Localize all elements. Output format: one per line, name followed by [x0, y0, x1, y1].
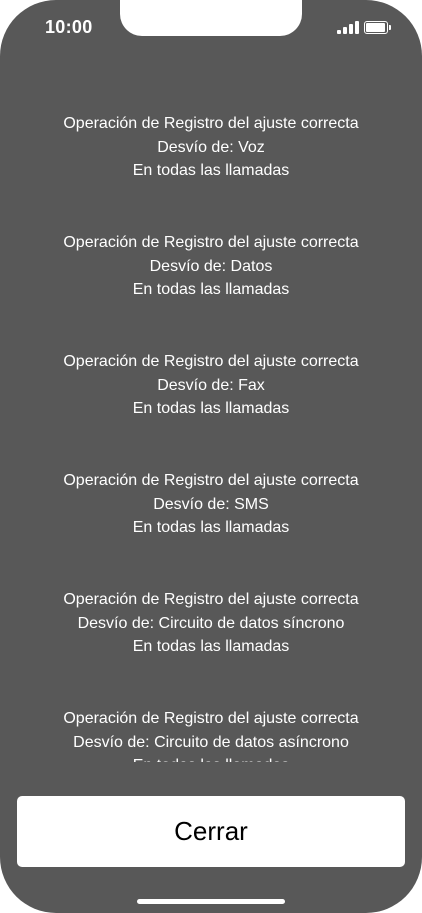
result-status: Operación de Registro del ajuste correct…: [63, 115, 359, 132]
result-item-circuito-asincrono: Operación de Registro del ajuste correct…: [0, 707, 422, 762]
signal-bar: [355, 21, 359, 34]
result-item-datos: Operación de Registro del ajuste correct…: [0, 231, 422, 302]
result-condition: En todas las llamadas: [132, 638, 290, 655]
cellular-signal-icon: [337, 21, 359, 34]
battery-tip: [389, 25, 391, 30]
result-status: Operación de Registro del ajuste correct…: [63, 591, 359, 608]
status-time: 10:00: [45, 17, 93, 37]
phone-screen: 10:00 Operación de Registro del ajuste c…: [0, 0, 422, 913]
battery-icon: [364, 21, 392, 34]
result-item-sms: Operación de Registro del ajuste correct…: [0, 469, 422, 540]
close-button[interactable]: Cerrar: [17, 796, 405, 867]
result-service: Desvío de: Circuito de datos síncrono: [77, 614, 345, 632]
result-status: Operación de Registro del ajuste correct…: [63, 710, 359, 727]
signal-bar: [343, 27, 347, 34]
signal-bar: [337, 30, 341, 34]
result-condition: En todas las llamadas: [0, 754, 422, 762]
result-condition: En todas las llamadas: [132, 162, 290, 179]
results-list[interactable]: Operación de Registro del ajuste correct…: [0, 112, 422, 762]
notch: [120, 0, 302, 36]
result-item-circuito-sincrono: Operación de Registro del ajuste correct…: [0, 588, 422, 659]
result-item-fax: Operación de Registro del ajuste correct…: [0, 350, 422, 421]
result-service: Desvío de: Fax: [157, 376, 265, 394]
result-service: Desvío de: SMS: [153, 495, 269, 513]
signal-bar: [349, 24, 353, 34]
result-service: Desvío de: Datos: [149, 257, 273, 275]
result-status: Operación de Registro del ajuste correct…: [63, 472, 359, 489]
result-service: Desvío de: Circuito de datos asíncrono: [73, 733, 349, 751]
result-condition: En todas las llamadas: [132, 519, 290, 536]
result-status: Operación de Registro del ajuste correct…: [63, 234, 359, 251]
result-status: Operación de Registro del ajuste correct…: [63, 353, 359, 370]
result-condition: En todas las llamadas: [132, 281, 290, 298]
result-service: Desvío de: Voz: [157, 138, 265, 156]
battery-level-fill: [366, 23, 385, 32]
result-condition: En todas las llamadas: [132, 400, 290, 417]
result-item-voz: Operación de Registro del ajuste correct…: [0, 112, 422, 183]
home-indicator[interactable]: [137, 899, 285, 904]
